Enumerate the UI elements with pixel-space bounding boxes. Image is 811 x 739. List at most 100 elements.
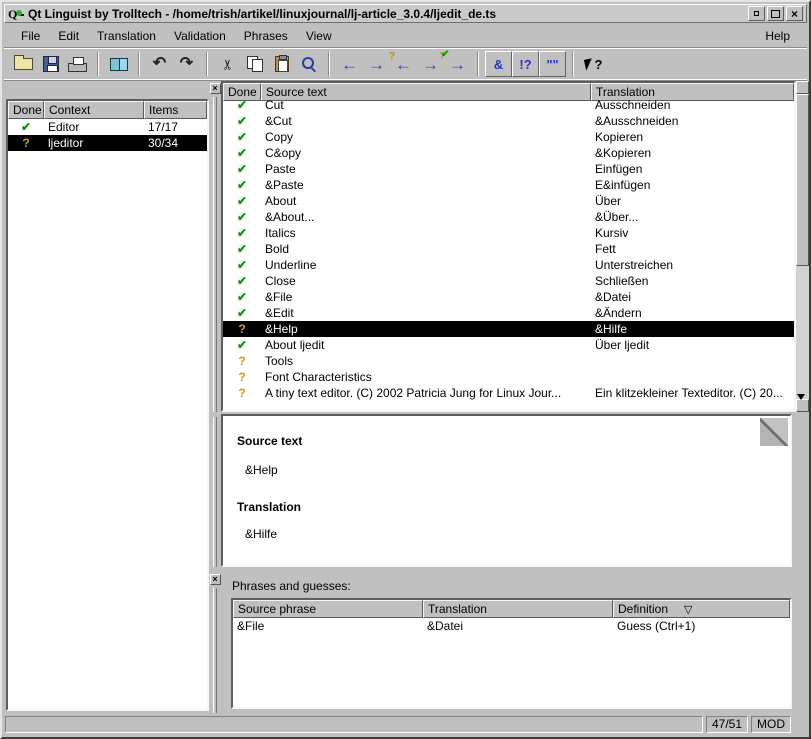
message-row[interactable]: ✔ About Über: [223, 193, 794, 209]
menu-item[interactable]: Phrases: [235, 26, 297, 46]
message-row[interactable]: ✔ &File &Datei: [223, 289, 794, 305]
undo-icon: ↶: [153, 56, 166, 72]
message-source-text: &Help: [261, 322, 591, 336]
menu-item[interactable]: Translation: [88, 26, 165, 46]
find-button[interactable]: [295, 51, 322, 77]
phrases-dock-grip[interactable]: [213, 588, 217, 713]
minimize-button[interactable]: [748, 6, 765, 21]
titlebar[interactable]: Q Qt Linguist by Trolltech - /home/trish…: [4, 4, 807, 23]
redo-icon: ↷: [180, 56, 193, 72]
phrases-col-translation[interactable]: Translation: [423, 600, 613, 618]
message-row[interactable]: ✔ Bold Fett: [223, 241, 794, 257]
cut-button[interactable]: ✂: [214, 51, 241, 77]
phrases-panel: Phrases and guesses: Source phrase Trans…: [221, 572, 809, 713]
menu-item[interactable]: Validation: [165, 26, 235, 46]
close-button[interactable]: ×: [786, 6, 803, 21]
menu-item[interactable]: Edit: [49, 26, 88, 46]
source-dock-grip[interactable]: [213, 97, 217, 412]
status-icon: ✔: [223, 194, 261, 208]
context-panel: Done Context Items ✔ Editor 17/17 ? ljed…: [6, 81, 209, 713]
editor-translation-input[interactable]: &Hilfe: [245, 527, 277, 541]
undo-button[interactable]: ↶: [146, 51, 173, 77]
status-icon: ✔: [223, 98, 261, 112]
toggle-punctuation-button[interactable]: !?: [512, 51, 539, 77]
save-button[interactable]: [37, 51, 64, 77]
prev-button[interactable]: ←: [336, 51, 363, 77]
toggle-phrases-button[interactable]: "": [539, 51, 566, 77]
message-translation: &Hilfe: [591, 322, 631, 336]
message-row[interactable]: ✔ Paste Einfügen: [223, 161, 794, 177]
scroll-down-button[interactable]: [796, 399, 809, 412]
message-source-text: &File: [261, 290, 591, 304]
message-row[interactable]: ✔ Underline Unterstreichen: [223, 257, 794, 273]
message-row[interactable]: ? &Help &Hilfe: [223, 321, 794, 337]
status-icon: ✔: [223, 258, 261, 272]
done-and-next-button[interactable]: ✔→: [444, 51, 471, 77]
message-row[interactable]: ✔ Close Schließen: [223, 273, 794, 289]
translation-editor[interactable]: Source text &Help Translation &Hilfe: [221, 414, 792, 567]
message-row[interactable]: ? A tiny text editor. (C) 2002 Patricia …: [223, 385, 794, 401]
toggle-accelerators-button[interactable]: &: [485, 51, 512, 77]
phrasebook-button[interactable]: [105, 51, 132, 77]
status-icon: ✔: [223, 178, 261, 192]
toolbar-separator: [572, 52, 574, 76]
phrases-dock-close-button[interactable]: ×: [210, 574, 221, 585]
next-arrow-icon: →: [368, 56, 385, 73]
phrases-col-source[interactable]: Source phrase: [233, 600, 423, 618]
message-row[interactable]: ✔ About ljedit Über ljedit: [223, 337, 794, 353]
done-and-next-icon: ✔→: [449, 56, 466, 73]
status-icon: ✔: [223, 210, 261, 224]
message-row[interactable]: ✔ C&opy &Kopieren: [223, 145, 794, 161]
phrases-col-definition[interactable]: Definition ▽: [613, 600, 790, 618]
context-dock-handle[interactable]: [6, 81, 209, 99]
scrollbar-thumb[interactable]: [796, 94, 809, 266]
menu-item-help[interactable]: Help: [756, 26, 799, 46]
message-row[interactable]: ? Tools: [223, 353, 794, 369]
message-row[interactable]: ✔ &Paste E&infügen: [223, 177, 794, 193]
message-row[interactable]: ✔ &Cut &Ausschneiden: [223, 113, 794, 129]
copy-button[interactable]: [241, 51, 268, 77]
message-row[interactable]: ✔ &Edit &Ändern: [223, 305, 794, 321]
message-translation: Über ljedit: [591, 338, 653, 352]
scroll-up-button[interactable]: [796, 81, 809, 94]
prev-arrow-icon: ←: [341, 56, 358, 73]
message-row[interactable]: ✔ Copy Kopieren: [223, 129, 794, 145]
message-source-text: About ljedit: [261, 338, 591, 352]
redo-button[interactable]: ↷: [173, 51, 200, 77]
menu-item[interactable]: View: [297, 26, 341, 46]
open-button[interactable]: [10, 51, 37, 77]
editor-grip[interactable]: [213, 417, 217, 567]
context-row[interactable]: ✔ Editor 17/17: [8, 119, 207, 135]
next-button[interactable]: →: [363, 51, 390, 77]
source-text-list: Done Source text Translation ✔ Cut Aussc…: [221, 81, 796, 412]
clipboard-icon: [275, 56, 289, 72]
context-col-context[interactable]: Context: [44, 101, 144, 119]
next-unfinished-button[interactable]: →?: [417, 51, 444, 77]
phrase-row[interactable]: &File &Datei Guess (Ctrl+1): [233, 618, 790, 634]
message-row[interactable]: ✔ Italics Kursiv: [223, 225, 794, 241]
message-row[interactable]: ✔ &About... &Über...: [223, 209, 794, 225]
message-source-text: &About...: [261, 210, 591, 224]
editor-source-label: Source text: [237, 434, 302, 448]
context-col-items[interactable]: Items: [144, 101, 207, 119]
phrases-dock-handle[interactable]: ×: [209, 572, 221, 713]
app-icon[interactable]: Q: [8, 7, 24, 21]
message-row[interactable]: ? Font Characteristics: [223, 369, 794, 385]
source-dock-close-button[interactable]: ×: [210, 83, 221, 94]
whats-this-button[interactable]: ?: [580, 51, 607, 77]
prev-unfinished-button[interactable]: ?←: [390, 51, 417, 77]
toolbar-separator: [477, 52, 479, 76]
open-folder-icon: [14, 58, 33, 70]
next-unfinished-icon: →?: [422, 56, 439, 73]
print-button[interactable]: [64, 51, 91, 77]
statusbar-resize-grip[interactable]: [794, 716, 806, 733]
context-row[interactable]: ? ljeditor 30/34: [8, 135, 207, 151]
menu-item[interactable]: File: [12, 26, 49, 46]
source-dock-handle[interactable]: ×: [209, 81, 221, 412]
source-list-scrollbar[interactable]: [796, 81, 809, 412]
context-col-done[interactable]: Done: [8, 101, 44, 119]
message-source-text: Paste: [261, 162, 591, 176]
message-translation: Schließen: [591, 274, 652, 288]
maximize-button[interactable]: [767, 6, 784, 21]
paste-button[interactable]: [268, 51, 295, 77]
